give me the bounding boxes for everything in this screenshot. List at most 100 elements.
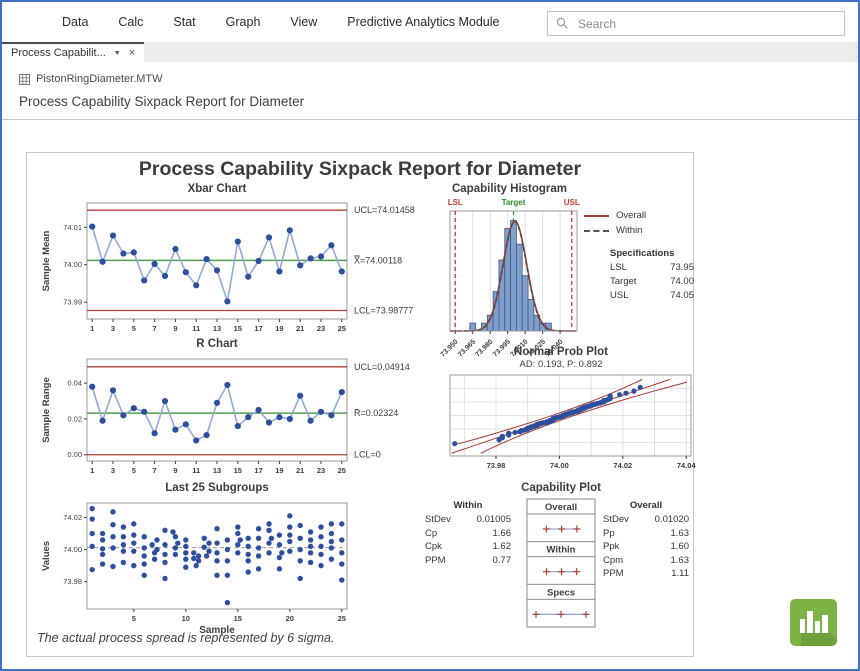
svg-text:Target: Target (502, 198, 526, 207)
svg-text:17: 17 (254, 466, 262, 475)
capability-histogram-title: Capability Histogram (427, 183, 592, 195)
svg-text:17: 17 (254, 324, 262, 333)
svg-text:X̿=74.00118: X̿=74.00118 (354, 254, 402, 265)
svg-text:25: 25 (338, 466, 346, 475)
svg-text:13: 13 (213, 324, 221, 333)
normal-prob-plot-subtitle: AD: 0.193, P: 0.892 (427, 359, 695, 370)
spec-row-lsl: LSL 73.95 (610, 261, 694, 275)
svg-text:7: 7 (153, 466, 157, 475)
overall-stdev-label: StDev (603, 513, 629, 527)
worksheet-link[interactable]: PistonRingDiameter.MTW (19, 73, 858, 85)
overall-ppm-value: 1.11 (671, 567, 689, 581)
menu-predictive-analytics-module[interactable]: Predictive Analytics Module (347, 15, 499, 29)
worksheet-name: PistonRingDiameter.MTW (36, 73, 163, 85)
svg-text:10: 10 (182, 614, 190, 623)
overall-stdev-value: 0.01020 (655, 513, 689, 527)
svg-text:5: 5 (132, 324, 136, 333)
within-stats-block: Within StDev0.01005 Cp1.66 Cpk1.62 PPM0.… (425, 500, 521, 567)
menu-view[interactable]: View (290, 15, 317, 29)
menu-stat[interactable]: Stat (173, 15, 195, 29)
search-input[interactable] (576, 16, 810, 32)
r-chart-title: R Chart (87, 338, 347, 350)
capability-intervals-chart[interactable]: Overall Within Specs (525, 497, 597, 629)
svg-text:LCL=73.98777: LCL=73.98777 (354, 306, 413, 316)
spec-target-value: 74.00 (670, 275, 694, 289)
overall-pp-label: Pp (603, 527, 615, 541)
tab-close-icon[interactable]: × (129, 48, 135, 59)
svg-text:73.98: 73.98 (63, 577, 82, 586)
overall-ppk-label: Ppk (603, 540, 619, 554)
report-title: Process Capability Sixpack Report for Di… (27, 158, 693, 181)
overall-cpm-label: Cpm (603, 554, 623, 568)
svg-text:3: 3 (111, 324, 115, 333)
svg-text:LCL=0: LCL=0 (354, 450, 381, 460)
svg-text:19: 19 (275, 324, 283, 333)
svg-text:Sample Range: Sample Range (41, 377, 52, 442)
svg-text:23: 23 (317, 324, 325, 333)
svg-text:11: 11 (192, 466, 200, 475)
overall-line-swatch (584, 215, 609, 217)
specifications-title: Specifications (610, 247, 694, 261)
svg-text:Overall: Overall (545, 502, 577, 513)
within-cpk-value: 1.62 (493, 540, 512, 554)
spec-lsl-value: 73.95 (670, 261, 694, 275)
menu-data[interactable]: Data (62, 15, 88, 29)
menu-calc[interactable]: Calc (118, 15, 143, 29)
svg-text:73.99: 73.99 (63, 298, 82, 307)
r-chart[interactable]: 0.000.020.04135791113151719212325Sample … (35, 351, 427, 479)
svg-text:13: 13 (213, 466, 221, 475)
svg-text:74.00: 74.00 (63, 545, 82, 554)
within-cp-value: 1.66 (493, 527, 512, 541)
svg-text:3: 3 (111, 466, 115, 475)
minitab-app-icon[interactable] (790, 599, 837, 646)
svg-text:21: 21 (296, 324, 304, 333)
spec-row-target: Target 74.00 (610, 275, 694, 289)
svg-text:Specs: Specs (547, 587, 575, 598)
within-cp-label: Cp (425, 527, 437, 541)
svg-text:74.00: 74.00 (550, 461, 569, 470)
within-line-swatch (584, 230, 609, 232)
specifications-block: Specifications LSL 73.95 Target 74.00 US… (610, 247, 694, 303)
spec-usl-value: 74.05 (670, 289, 694, 303)
normal-prob-plot-title: Normal Prob Plot (427, 346, 695, 358)
svg-text:15: 15 (234, 614, 242, 623)
svg-text:UCL=74.01458: UCL=74.01458 (354, 205, 415, 215)
tab-label: Process Capabilit... (11, 47, 106, 59)
menu-graph[interactable]: Graph (226, 15, 261, 29)
svg-text:Values: Values (41, 541, 52, 571)
within-stdev-value: 0.01005 (477, 513, 511, 527)
svg-text:21: 21 (296, 466, 304, 475)
overall-stats-header: Overall (603, 500, 689, 511)
svg-text:Within: Within (547, 545, 576, 556)
app-window: Data Calc Stat Graph View Predictive Ana… (0, 0, 860, 671)
svg-text:15: 15 (234, 324, 242, 333)
tab-dropdown-icon[interactable]: ▼ (114, 50, 121, 57)
svg-text:25: 25 (338, 614, 346, 623)
svg-text:23: 23 (317, 466, 325, 475)
svg-text:74.00: 74.00 (63, 260, 82, 269)
title-separator (2, 119, 858, 120)
svg-text:74.02: 74.02 (613, 461, 632, 470)
overall-ppk-value: 1.60 (671, 540, 690, 554)
legend-row-within: Within (584, 223, 694, 238)
histogram-legend: Overall Within Specifications LSL 73.95 … (584, 208, 694, 303)
search-box[interactable] (547, 11, 845, 36)
svg-text:1: 1 (90, 324, 94, 333)
svg-text:0.02: 0.02 (67, 414, 82, 423)
tab-process-capability[interactable]: Process Capabilit... ▼ × (2, 42, 144, 62)
svg-text:74.04: 74.04 (677, 461, 697, 470)
xbar-chart[interactable]: 73.9974.0074.01135791113151719212325Samp… (35, 197, 427, 339)
svg-text:0.00: 0.00 (67, 450, 82, 459)
within-cpk-label: Cpk (425, 540, 442, 554)
normal-prob-plot-chart[interactable]: 73.9874.0074.0274.04 (427, 372, 695, 478)
svg-text:25: 25 (338, 324, 346, 333)
last-25-subgroups-chart[interactable]: 73.9874.0074.02510152025ValuesSample (35, 495, 427, 635)
within-stats-header: Within (425, 500, 511, 511)
svg-text:74.01: 74.01 (63, 223, 82, 232)
capability-histogram-chart[interactable]: LSLTargetUSL73.95073.96573.98073.99574.0… (427, 195, 592, 363)
svg-text:20: 20 (286, 614, 294, 623)
overall-pp-value: 1.63 (671, 527, 690, 541)
svg-text:5: 5 (132, 466, 136, 475)
svg-text:Sample Mean: Sample Mean (41, 230, 52, 291)
svg-text:LSL: LSL (448, 198, 463, 207)
